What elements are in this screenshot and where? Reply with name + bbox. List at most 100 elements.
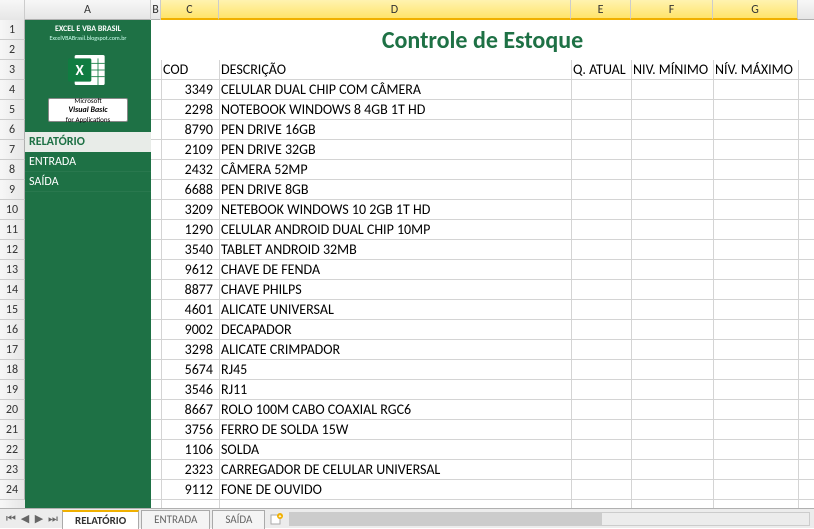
cell-desc[interactable]: CHAVE DE FENDA [219, 260, 571, 280]
table-row[interactable]: 6688PEN DRIVE 8GB [161, 180, 814, 200]
cell-desc[interactable]: CELULAR DUAL CHIP COM CÂMERA [219, 80, 571, 100]
cell-desc[interactable]: NETEBOOK WINDOWS 10 2GB 1T HD [219, 200, 571, 220]
table-row[interactable]: 3546RJ11 [161, 380, 814, 400]
cell-cod[interactable]: 2298 [161, 100, 219, 120]
horizontal-scrollbar[interactable] [289, 512, 810, 526]
sheet-tab-saída[interactable]: SAÍDA [212, 510, 265, 529]
row-header-5[interactable]: 5 [0, 100, 25, 120]
cell-cod[interactable]: 8790 [161, 120, 219, 140]
cell-cod[interactable]: 9002 [161, 320, 219, 340]
cell-cod[interactable]: 3756 [161, 420, 219, 440]
cell-cod[interactable]: 1106 [161, 440, 219, 460]
cell-cod[interactable]: 3546 [161, 380, 219, 400]
row-header-18[interactable]: 18 [0, 360, 25, 380]
cell-desc[interactable]: ALICATE UNIVERSAL [219, 300, 571, 320]
row-header-6[interactable]: 6 [0, 120, 25, 140]
horizontal-scrollbar-thumb[interactable] [290, 513, 601, 525]
row-header-12[interactable]: 12 [0, 240, 25, 260]
row-header-19[interactable]: 19 [0, 380, 25, 400]
col-header-C[interactable]: C [161, 0, 219, 20]
tab-nav-prev-icon[interactable]: ◀ [18, 512, 32, 526]
table-row[interactable]: 3540TABLET ANDROID 32MB [161, 240, 814, 260]
row-header-4[interactable]: 4 [0, 80, 25, 100]
cell-desc[interactable]: TABLET ANDROID 32MB [219, 240, 571, 260]
row-header-7[interactable]: 7 [0, 140, 25, 160]
cell-desc[interactable]: FERRO DE SOLDA 15W [219, 420, 571, 440]
table-row[interactable]: 9612CHAVE DE FENDA [161, 260, 814, 280]
cell-cod[interactable]: 2323 [161, 460, 219, 480]
cell-cod[interactable]: 8667 [161, 400, 219, 420]
col-header-A[interactable]: A [25, 0, 151, 20]
row-header-9[interactable]: 9 [0, 180, 25, 200]
sidebar-item-relatório[interactable]: RELATÓRIO [25, 132, 151, 152]
table-row[interactable]: 8877CHAVE PHILPS [161, 280, 814, 300]
sidebar-item-saída[interactable]: SAÍDA [25, 172, 151, 192]
cell-desc[interactable]: CHAVE PHILPS [219, 280, 571, 300]
row-header-11[interactable]: 11 [0, 220, 25, 240]
cell-cod[interactable]: 3540 [161, 240, 219, 260]
table-row[interactable]: 4601ALICATE UNIVERSAL [161, 300, 814, 320]
cell-desc[interactable]: CELULAR ANDROID DUAL CHIP 10MP [219, 220, 571, 240]
col-header-F[interactable]: F [631, 0, 713, 20]
col-header-E[interactable]: E [571, 0, 631, 20]
row-header-14[interactable]: 14 [0, 280, 25, 300]
row-header-16[interactable]: 16 [0, 320, 25, 340]
worksheet-area[interactable]: EXCEL E VBA BRASIL ExcelVBABrasil.blogsp… [25, 20, 814, 508]
cell-cod[interactable]: 3349 [161, 80, 219, 100]
sheet-tab-entrada[interactable]: ENTRADA [141, 510, 210, 529]
row-header-3[interactable]: 3 [0, 60, 25, 80]
row-header-15[interactable]: 15 [0, 300, 25, 320]
table-row[interactable]: 2323CARREGADOR DE CELULAR UNIVERSAL [161, 460, 814, 480]
table-row[interactable]: 8790PEN DRIVE 16GB [161, 120, 814, 140]
col-header-G[interactable]: G [713, 0, 798, 20]
sidebar-item-entrada[interactable]: ENTRADA [25, 152, 151, 172]
cell-desc[interactable]: CÂMERA 52MP [219, 160, 571, 180]
col-header-D[interactable]: D [219, 0, 571, 20]
tab-nav-next-icon[interactable]: ▶ [32, 512, 46, 526]
table-row[interactable]: 3298ALICATE CRIMPADOR [161, 340, 814, 360]
row-header-17[interactable]: 17 [0, 340, 25, 360]
table-row[interactable]: 3349CELULAR DUAL CHIP COM CÂMERA [161, 80, 814, 100]
new-sheet-icon[interactable]: ✦ [269, 512, 285, 526]
cell-cod[interactable]: 9612 [161, 260, 219, 280]
table-row[interactable]: 1290CELULAR ANDROID DUAL CHIP 10MP [161, 220, 814, 240]
cell-cod[interactable]: 2109 [161, 140, 219, 160]
sheet-tab-relatório[interactable]: RELATÓRIO [62, 510, 139, 529]
cell-desc[interactable]: SOLDA [219, 440, 571, 460]
row-header-20[interactable]: 20 [0, 400, 25, 420]
table-row[interactable]: 9112FONE DE OUVIDO [161, 480, 814, 500]
table-row[interactable]: 5674RJ45 [161, 360, 814, 380]
cell-desc[interactable]: CARREGADOR DE CELULAR UNIVERSAL [219, 460, 571, 480]
row-header-21[interactable]: 21 [0, 420, 25, 440]
row-header-22[interactable]: 22 [0, 440, 25, 460]
cell-cod[interactable]: 6688 [161, 180, 219, 200]
cell-desc[interactable]: ALICATE CRIMPADOR [219, 340, 571, 360]
cell-desc[interactable]: PEN DRIVE 8GB [219, 180, 571, 200]
tab-nav-first-icon[interactable]: ⏮ [4, 512, 18, 526]
row-header-23[interactable]: 23 [0, 460, 25, 480]
cell-desc[interactable]: PEN DRIVE 32GB [219, 140, 571, 160]
row-header-2[interactable]: 2 [0, 40, 25, 60]
row-header-10[interactable]: 10 [0, 200, 25, 220]
row-header-24[interactable]: 24 [0, 480, 25, 500]
table-row[interactable]: 2109PEN DRIVE 32GB [161, 140, 814, 160]
cell-cod[interactable]: 8877 [161, 280, 219, 300]
cell-cod[interactable]: 3298 [161, 340, 219, 360]
row-header-13[interactable]: 13 [0, 260, 25, 280]
select-all-corner[interactable] [0, 0, 25, 20]
table-row[interactable]: 2432CÂMERA 52MP [161, 160, 814, 180]
row-header-1[interactable]: 1 [0, 20, 25, 40]
cell-desc[interactable]: RJ11 [219, 380, 571, 400]
cell-cod[interactable]: 1290 [161, 220, 219, 240]
col-header-B[interactable]: B [151, 0, 161, 20]
cell-cod[interactable]: 9112 [161, 480, 219, 500]
table-row[interactable]: 8667ROLO 100M CABO COAXIAL RGC6 [161, 400, 814, 420]
cell-cod[interactable]: 5674 [161, 360, 219, 380]
table-row[interactable]: 3756FERRO DE SOLDA 15W [161, 420, 814, 440]
row-header-8[interactable]: 8 [0, 160, 25, 180]
table-row[interactable]: 2298NOTEBOOK WINDOWS 8 4GB 1T HD [161, 100, 814, 120]
tab-nav-last-icon[interactable]: ⏭ [46, 512, 60, 526]
cell-cod[interactable]: 4601 [161, 300, 219, 320]
table-row[interactable]: 9002DECAPADOR [161, 320, 814, 340]
cell-desc[interactable]: ROLO 100M CABO COAXIAL RGC6 [219, 400, 571, 420]
